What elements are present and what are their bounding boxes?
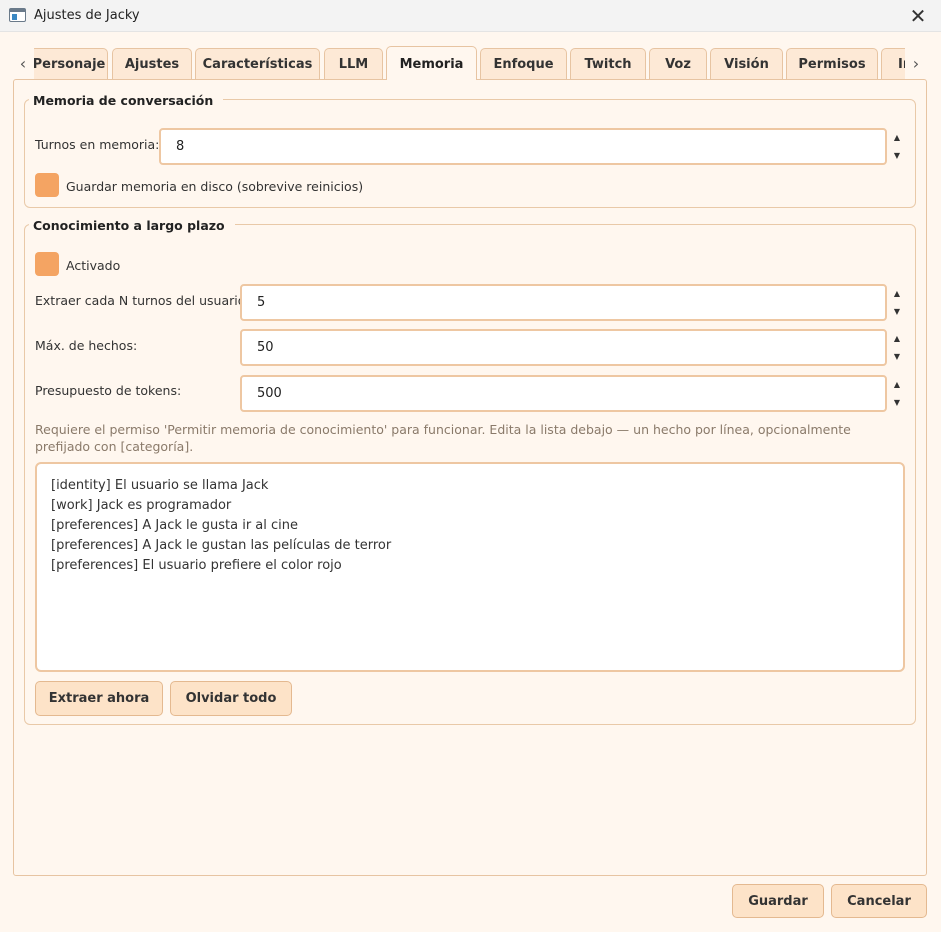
conversation-memory-title: Memoria de conversación — [29, 93, 224, 108]
chevron-right-icon[interactable]: › — [907, 52, 925, 74]
knowledge-enabled-checkbox[interactable] — [35, 252, 59, 276]
tab-personaje[interactable]: Personaje — [34, 48, 108, 80]
extract-now-button[interactable]: Extraer ahora — [35, 681, 163, 716]
save-to-disk-label: Guardar memoria en disco (sobrevive rein… — [66, 179, 364, 194]
spin-up-icon[interactable]: ▲ — [886, 284, 908, 302]
spin-down-icon[interactable]: ▼ — [886, 347, 908, 365]
tab-permisos[interactable]: Permisos — [786, 48, 878, 80]
spin-up-icon[interactable]: ▲ — [886, 329, 908, 347]
title-bar: Ajustes de Jacky ✕ — [0, 0, 941, 32]
fact-line: [identity] El usuario se llama Jack — [51, 478, 269, 493]
turns-in-memory-label: Turnos en memoria: — [35, 137, 160, 152]
token-budget-input[interactable]: 500 — [240, 375, 887, 412]
close-icon[interactable]: ✕ — [895, 0, 941, 32]
chevron-left-icon[interactable]: ‹ — [14, 52, 32, 74]
spin-down-icon[interactable]: ▼ — [886, 302, 908, 320]
extract-every-stepper: ▲ ▼ — [886, 284, 908, 321]
tab-twitch[interactable]: Twitch — [570, 48, 646, 80]
long-term-knowledge-title: Conocimiento a largo plazo — [29, 218, 235, 233]
max-facts-label: Máx. de hechos: — [35, 338, 138, 353]
max-facts-stepper: ▲ ▼ — [886, 329, 908, 366]
fact-line: [preferences] El usuario prefiere el col… — [51, 558, 342, 573]
token-budget-label: Presupuesto de tokens: — [35, 383, 182, 398]
app-window-icon — [9, 8, 26, 22]
tab-bar: Personaje Ajustes Características LLM Me… — [34, 46, 905, 80]
window-title: Ajustes de Jacky — [34, 8, 140, 23]
spin-down-icon[interactable]: ▼ — [886, 146, 908, 164]
knowledge-permission-hint: Requiere el permiso 'Permitir memoria de… — [35, 422, 851, 454]
tab-ajustes[interactable]: Ajustes — [112, 48, 192, 80]
save-button[interactable]: Guardar — [732, 884, 824, 918]
save-to-disk-checkbox[interactable] — [35, 173, 59, 197]
facts-textarea[interactable]: [identity] El usuario se llama Jack [wor… — [35, 462, 905, 672]
knowledge-enabled-label: Activado — [66, 258, 121, 273]
cancel-button[interactable]: Cancelar — [831, 884, 927, 918]
turns-in-memory-stepper: ▲ ▼ — [886, 128, 908, 165]
max-facts-input[interactable]: 50 — [240, 329, 887, 366]
fact-line: [preferences] A Jack le gusta ir al cine — [51, 518, 299, 533]
tab-llm[interactable]: LLM — [324, 48, 383, 80]
tab-vision[interactable]: Visión — [710, 48, 783, 80]
tab-memoria[interactable]: Memoria — [386, 46, 477, 80]
fact-line: [preferences] A Jack le gustan las pelíc… — [51, 538, 392, 553]
turns-in-memory-input[interactable]: 8 — [159, 128, 887, 165]
token-budget-stepper: ▲ ▼ — [886, 375, 908, 412]
tab-enfoque[interactable]: Enfoque — [480, 48, 567, 80]
tab-voz[interactable]: Voz — [649, 48, 707, 80]
spin-down-icon[interactable]: ▼ — [886, 393, 908, 411]
extract-every-input[interactable]: 5 — [240, 284, 887, 321]
spin-up-icon[interactable]: ▲ — [886, 128, 908, 146]
extract-every-label: Extraer cada N turnos del usuario: — [35, 293, 250, 308]
tab-caracteristicas[interactable]: Características — [195, 48, 320, 80]
fact-line: [work] Jack es programador — [51, 498, 232, 513]
forget-all-button[interactable]: Olvidar todo — [170, 681, 292, 716]
tab-in[interactable]: In — [881, 48, 905, 80]
spin-up-icon[interactable]: ▲ — [886, 375, 908, 393]
